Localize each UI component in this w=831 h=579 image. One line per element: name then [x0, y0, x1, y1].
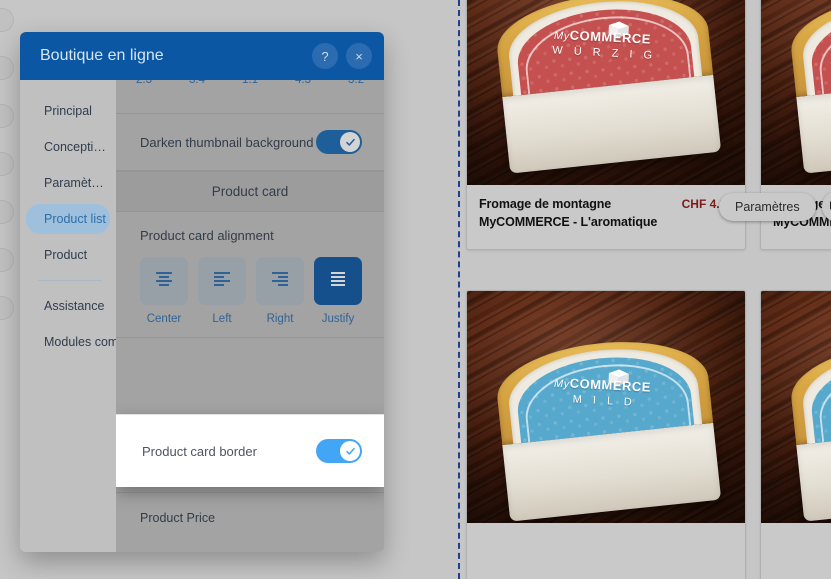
background-bullet-list: [0, 8, 16, 344]
cheese-brand: MyCOMMERCE: [515, 24, 689, 48]
online-shop-settings-dialog: Boutique en ligne ? × Principal Concepti…: [20, 32, 384, 552]
close-button[interactable]: ×: [346, 43, 372, 69]
check-icon: [345, 447, 355, 455]
brand-main: COMMERCE: [569, 375, 652, 395]
align-center-icon: [153, 270, 175, 293]
product-info: [761, 523, 831, 546]
sidebar-divider: [38, 280, 102, 281]
dialog-body: Principal Concepti… Paramèt… Product lis…: [20, 80, 384, 552]
product-price-block[interactable]: Product Price: [116, 493, 384, 539]
product-thumbnail: MyCOMMERCE M I L D: [761, 291, 831, 523]
product-card[interactable]: MyCOMMERCE M I L D: [760, 290, 831, 579]
align-justify-label: Justify: [321, 313, 355, 325]
align-left-label: Left: [212, 313, 232, 325]
product-card[interactable]: MyCOMMERCE M I L D: [466, 290, 746, 579]
alignment-option-left[interactable]: Left: [198, 257, 246, 325]
cheese-image: MyCOMMERCE W Ü R Z I G: [492, 0, 722, 174]
crown-icon-button[interactable]: [821, 191, 831, 222]
bullet-icon: [0, 56, 14, 80]
alignment-option-right[interactable]: Right: [256, 257, 304, 325]
cheese-image: MyCOMMERCE M I L D: [492, 332, 722, 522]
aspect-ratio-option[interactable]: 4:3: [295, 80, 311, 86]
sidebar-item-assistance[interactable]: Assistance: [26, 291, 110, 321]
brand-my: My: [553, 29, 570, 43]
product-card-border-slot: [116, 338, 384, 416]
mycommerce-logo-icon: [605, 18, 632, 39]
settings-button[interactable]: Paramètres: [719, 192, 816, 221]
product-card-alignment-block: Product card alignment Center Left Right…: [116, 212, 384, 338]
alignment-options: Center Left Right Justify: [140, 257, 362, 325]
bullet-icon: [0, 104, 14, 128]
product-card-border-label: Product card border: [142, 443, 257, 459]
toggle-knob: [340, 132, 360, 152]
product-subtitle: MyCOMMERCE - L'aromatique: [479, 215, 658, 230]
product-card-alignment-label: Product card alignment: [140, 228, 274, 243]
bullet-icon: [0, 296, 14, 320]
align-left-icon: [211, 270, 233, 293]
product-card[interactable]: MyCOMMERCE W Ü R Z I G Fromage de montag…: [466, 0, 746, 250]
product-info: [467, 523, 745, 546]
sidebar-item-product-list[interactable]: Product list: [26, 204, 110, 234]
product-thumbnail: MyCOMMERCE W Ü R Z I G: [467, 0, 745, 185]
product-card-section-header: Product card: [116, 171, 384, 212]
preview-floating-toolbar: Paramètres: [719, 191, 831, 222]
sidebar-item-principal[interactable]: Principal: [26, 96, 110, 126]
bullet-icon: [0, 200, 14, 224]
aspect-ratio-option[interactable]: 3:2: [348, 80, 364, 86]
align-justify-icon: [327, 270, 349, 293]
sidebar-item-parametres[interactable]: Paramèt…: [26, 168, 110, 198]
align-justify-button[interactable]: [314, 257, 362, 305]
darken-thumbnail-toggle[interactable]: [316, 130, 362, 154]
product-thumbnail: MyCOMMERCE M I L D: [467, 291, 745, 523]
sidebar-item-conception[interactable]: Concepti…: [26, 132, 110, 162]
align-right-icon: [269, 270, 291, 293]
dialog-options-panel: 2:3 3:4 1:1 4:3 3:2 Darken thumbnail bac…: [116, 80, 384, 552]
product-thumbnail: MyCOMMERCE W Ü R Z I G: [761, 0, 831, 185]
cheese-variant: W Ü R Z I G: [552, 44, 657, 62]
brand-main: COMMERCE: [569, 27, 652, 47]
align-center-button[interactable]: [140, 257, 188, 305]
product-card-border-toggle[interactable]: [316, 439, 362, 463]
product-card-border-row[interactable]: Product card border: [116, 414, 384, 487]
darken-thumbnail-label: Darken thumbnail background: [140, 134, 314, 150]
aspect-ratio-option[interactable]: 3:4: [189, 80, 205, 86]
sidebar-item-product[interactable]: Product: [26, 240, 110, 270]
alignment-option-justify[interactable]: Justify: [314, 257, 362, 325]
sidebar-item-modules[interactable]: Modules compl: [26, 327, 128, 357]
bullet-icon: [0, 8, 14, 32]
layout-guide-line: [458, 0, 460, 579]
aspect-ratio-option[interactable]: 2:3: [136, 80, 152, 86]
align-right-button[interactable]: [256, 257, 304, 305]
toggle-knob: [340, 441, 360, 461]
bullet-icon: [0, 152, 14, 176]
help-button[interactable]: ?: [312, 43, 338, 69]
screen: MyCOMMERCE W Ü R Z I G Fromage de montag…: [0, 0, 831, 579]
bullet-icon: [0, 248, 14, 272]
aspect-ratio-option[interactable]: 1:1: [242, 80, 258, 86]
align-center-label: Center: [146, 313, 182, 325]
product-name: Fromage de montagne: [479, 197, 612, 211]
product-grid: MyCOMMERCE W Ü R Z I G Fromage de montag…: [466, 0, 831, 579]
cheese-variant: M I L D: [572, 393, 637, 409]
aspect-ratio-spacer: [116, 86, 384, 114]
brand-my: My: [553, 377, 570, 391]
cheese-brand: MyCOMMERCE: [515, 372, 689, 396]
product-price-label: Product Price: [140, 511, 216, 525]
dialog-header: Boutique en ligne ? ×: [20, 32, 384, 80]
align-right-label: Right: [266, 313, 294, 325]
mycommerce-logo-icon: [605, 366, 632, 387]
darken-thumbnail-row[interactable]: Darken thumbnail background: [116, 114, 384, 171]
check-icon: [345, 138, 355, 146]
alignment-option-center[interactable]: Center: [140, 257, 188, 325]
dialog-sidebar: Principal Concepti… Paramèt… Product lis…: [20, 80, 128, 552]
align-left-button[interactable]: [198, 257, 246, 305]
product-info: Fromage de montagne CHF 4.80 MyCOMMERCE …: [467, 185, 745, 245]
dialog-title: Boutique en ligne: [40, 47, 164, 64]
